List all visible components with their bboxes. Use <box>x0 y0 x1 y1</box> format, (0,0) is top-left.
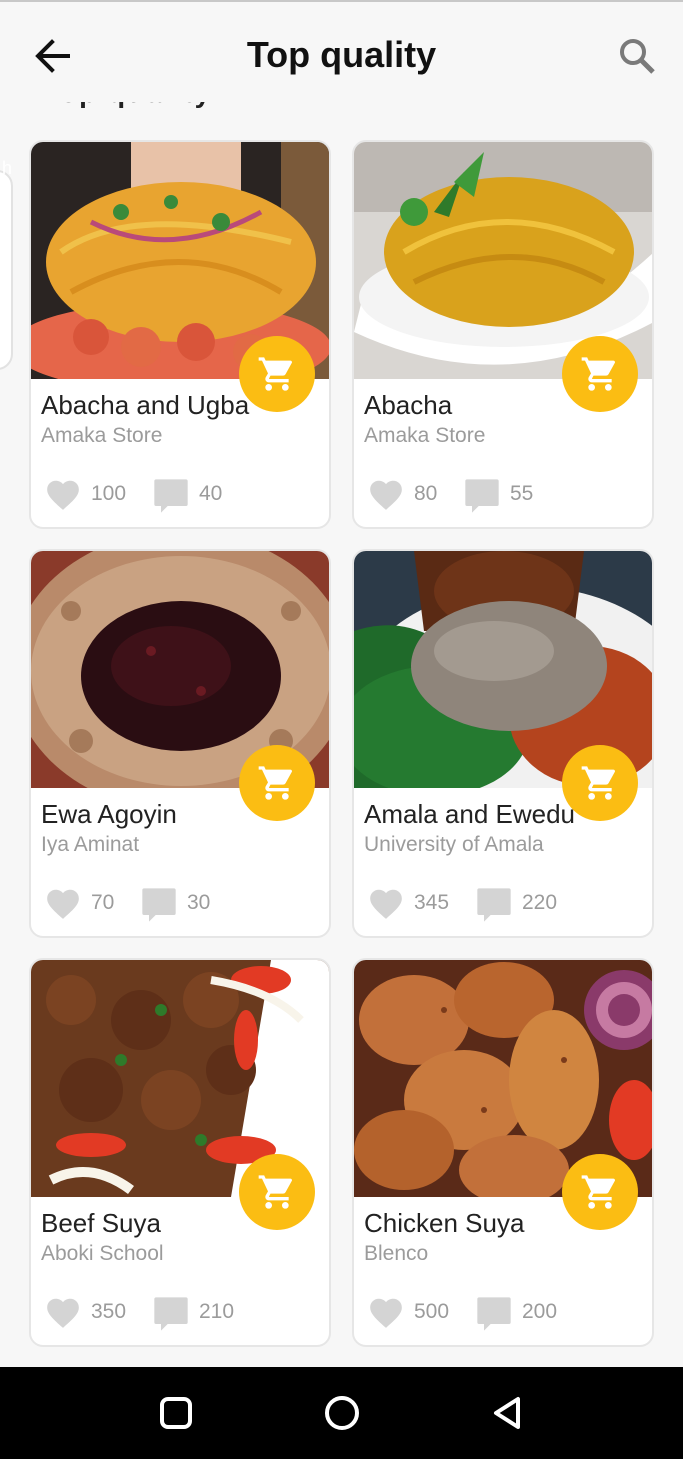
heart-icon[interactable] <box>366 476 406 514</box>
comment-icon[interactable] <box>474 1294 514 1334</box>
store-name: University of Amala <box>364 833 544 856</box>
food-card[interactable]: Amala and Ewedu University of Amala 345 … <box>352 549 654 938</box>
add-to-cart-button[interactable] <box>562 1154 638 1230</box>
search-button[interactable] <box>617 36 657 76</box>
card-stats: 80 55 <box>366 476 646 516</box>
comments-count: 200 <box>522 1300 558 1323</box>
cart-icon <box>258 357 292 391</box>
heart-icon[interactable] <box>366 885 406 923</box>
search-icon <box>620 39 655 74</box>
heart-icon[interactable] <box>366 1294 406 1332</box>
page-title: Top quality <box>246 34 437 75</box>
food-card[interactable]: Abacha and Ugba Amaka Store 100 40 <box>29 140 331 529</box>
store-name: Amaka Store <box>41 424 163 447</box>
add-to-cart-button[interactable] <box>562 336 638 412</box>
store-name: Blenco <box>364 1242 429 1265</box>
comments-count: 40 <box>199 482 223 505</box>
store-name: Aboki School <box>41 1242 164 1265</box>
comments-count: 210 <box>199 1300 235 1323</box>
home-button[interactable] <box>320 1391 364 1435</box>
food-title: Chicken Suya <box>364 1208 525 1238</box>
store-name: Iya Aminat <box>41 833 140 856</box>
triangle-back-icon <box>494 1397 520 1429</box>
food-title: Ewa Agoyin <box>41 799 177 829</box>
cart-icon <box>581 1175 615 1209</box>
cart-icon <box>581 766 615 800</box>
likes-count: 70 <box>91 891 115 914</box>
cart-icon <box>258 1175 292 1209</box>
add-to-cart-button[interactable] <box>239 745 315 821</box>
heart-icon[interactable] <box>43 1294 83 1332</box>
food-title: Amala and Ewedu <box>364 799 576 829</box>
comment-icon[interactable] <box>151 1294 191 1334</box>
food-title: Abacha <box>364 390 453 420</box>
comment-icon[interactable] <box>151 476 191 516</box>
add-to-cart-button[interactable] <box>239 336 315 412</box>
card-stats: 70 30 <box>43 885 323 925</box>
likes-count: 345 <box>414 891 450 914</box>
likes-count: 500 <box>414 1300 450 1323</box>
comment-icon[interactable] <box>462 476 502 516</box>
card-stats: 350 210 <box>43 1294 323 1334</box>
heart-icon[interactable] <box>43 885 83 923</box>
card-stats: 345 220 <box>366 885 646 925</box>
cart-icon <box>581 357 615 391</box>
comments-count: 30 <box>187 891 211 914</box>
heart-icon[interactable] <box>43 476 83 514</box>
food-title: Abacha and Ugba <box>41 390 250 420</box>
comment-icon[interactable] <box>139 885 179 925</box>
food-card[interactable]: Ewa Agoyin Iya Aminat 70 30 <box>29 549 331 938</box>
circle-icon <box>325 1396 359 1430</box>
food-title: Beef Suya <box>41 1208 161 1238</box>
carousel-card-peek[interactable]: h <box>0 158 13 370</box>
comments-count: 220 <box>522 891 558 914</box>
food-card[interactable]: Chicken Suya Blenco 500 200 <box>352 958 654 1347</box>
food-card[interactable]: Abacha Amaka Store 80 55 <box>352 140 654 529</box>
system-nav-bar <box>0 1367 683 1459</box>
square-icon <box>160 1397 192 1429</box>
system-back-button[interactable] <box>486 1391 530 1435</box>
app-bar: Top quality <box>0 2 683 102</box>
card-stats: 500 200 <box>366 1294 646 1334</box>
likes-count: 80 <box>414 482 438 505</box>
store-name: Amaka Store <box>364 424 486 447</box>
comment-icon[interactable] <box>474 885 514 925</box>
food-card[interactable]: Beef Suya Aboki School 350 210 <box>29 958 331 1347</box>
comments-count: 55 <box>510 482 534 505</box>
likes-count: 350 <box>91 1300 127 1323</box>
likes-count: 100 <box>91 482 127 505</box>
add-to-cart-button[interactable] <box>239 1154 315 1230</box>
peek-card-caption: h <box>2 158 13 178</box>
recent-apps-button[interactable] <box>154 1391 198 1435</box>
cart-icon <box>258 766 292 800</box>
card-stats: 100 40 <box>43 476 323 516</box>
